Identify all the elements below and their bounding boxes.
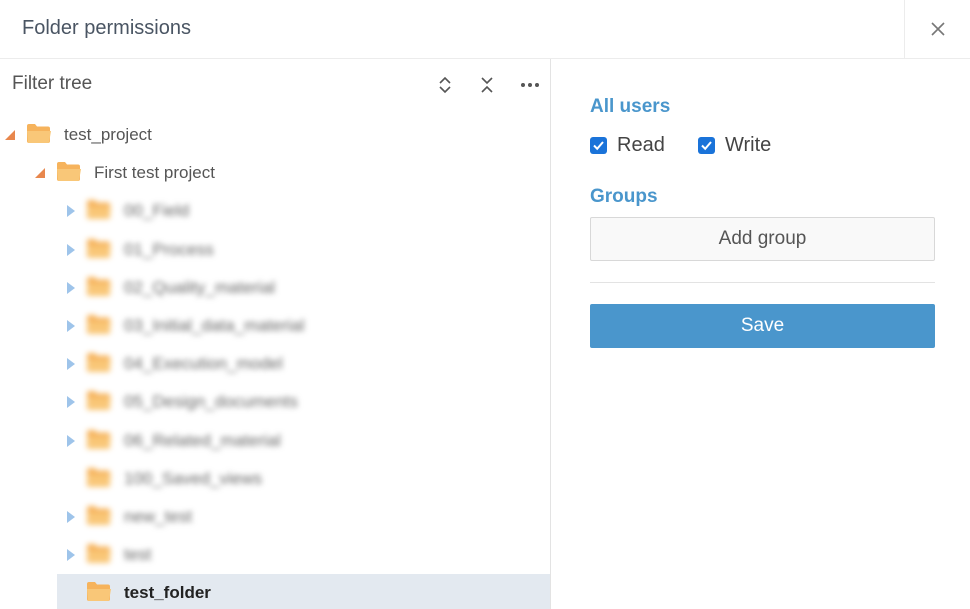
tree-item-label: 02_Quality_material [124,277,276,297]
folder-icon [86,466,112,493]
folder-icon [86,580,112,607]
all-users-heading: All users [590,96,671,117]
folder-icon [86,237,112,264]
folder-icon [86,351,112,378]
permissions-panel: All users Read Write Groups Add group Sa… [552,59,970,609]
add-group-button[interactable]: Add group [590,217,935,261]
tree-item-label: 00_Field [124,201,190,221]
checkbox-checked-icon [590,137,607,154]
tree-item[interactable]: 100_Saved_views [0,460,550,496]
expanded-arrow-icon[interactable] [4,128,16,140]
folder-icon [86,542,112,569]
folder-icon [86,504,112,531]
tree-item-label: 05_Design_documents [124,392,298,412]
filter-tree-input[interactable]: Filter tree [12,73,92,95]
collapsed-arrow-icon[interactable] [65,204,77,218]
read-label: Read [617,134,665,156]
divider [590,282,935,283]
tree-item[interactable]: 04_Execution_model [0,345,550,381]
tree-item-label: 100_Saved_views [124,468,262,488]
collapsed-arrow-icon[interactable] [65,434,77,447]
tree-item[interactable]: 02_Quality_material [0,269,550,305]
collapsed-arrow-icon[interactable] [65,510,77,523]
tree-item-label: test_folder [124,583,211,603]
read-checkbox[interactable]: Read [590,134,665,157]
dialog-header: Folder permissions [0,0,970,59]
tree-item[interactable]: First test project [0,154,550,190]
close-button[interactable] [904,0,970,58]
tree-item-label: 01_Process [124,239,214,259]
close-icon [930,22,945,36]
expanded-arrow-icon[interactable] [34,166,46,179]
folder-icon [86,313,112,340]
write-label: Write [725,134,772,156]
dialog-title: Folder permissions [22,17,191,39]
folder-icon [56,160,82,187]
tree-item-label: 04_Execution_model [124,354,283,374]
save-button[interactable]: Save [590,304,935,348]
folder-icon [86,275,112,302]
groups-heading: Groups [590,186,658,207]
tree-item[interactable]: test_project [0,116,550,152]
tree-item[interactable]: 01_Process [0,231,550,267]
folder-icon [86,428,112,455]
write-checkbox[interactable]: Write [698,134,771,157]
tree-item[interactable]: test [0,536,550,572]
more-options-button[interactable] [518,73,542,97]
collapsed-arrow-icon[interactable] [65,548,77,562]
tree-item[interactable]: 00_Field [0,192,550,228]
collapse-all-icon [481,77,493,93]
collapse-all-button[interactable] [475,73,499,97]
tree-item-label: 03_Initial_data_material [124,316,305,335]
collapsed-arrow-icon[interactable] [65,319,77,332]
tree-item-label: First test project [94,163,215,183]
collapsed-arrow-icon[interactable] [65,243,77,256]
expand-collapse-button[interactable] [433,73,457,97]
collapsed-arrow-icon[interactable] [65,357,77,371]
tree-item-label: test_project [64,125,152,144]
tree-item[interactable]: 05_Design_documents [0,383,550,419]
tree-item[interactable]: new_test [0,498,550,534]
tree-item-label: test [124,545,152,565]
collapsed-arrow-icon[interactable] [65,281,77,294]
tree-item[interactable]: 03_Initial_data_material [0,307,550,343]
tree-item[interactable]: 06_Related_material [0,422,550,458]
folder-icon [26,122,52,149]
more-icon [521,83,539,87]
folder-icon [86,389,112,416]
folder-icon [86,198,112,225]
folder-tree-panel: Filter tree test_project First test proj… [0,59,551,609]
collapsed-arrow-icon[interactable] [65,395,77,409]
tree-item-label: 06_Related_material [124,430,281,450]
tree-item-label: new_test [124,507,193,526]
tree-item[interactable]: test_folder [57,574,550,609]
checkbox-checked-icon [698,137,715,154]
expand-collapse-icon [439,76,451,94]
